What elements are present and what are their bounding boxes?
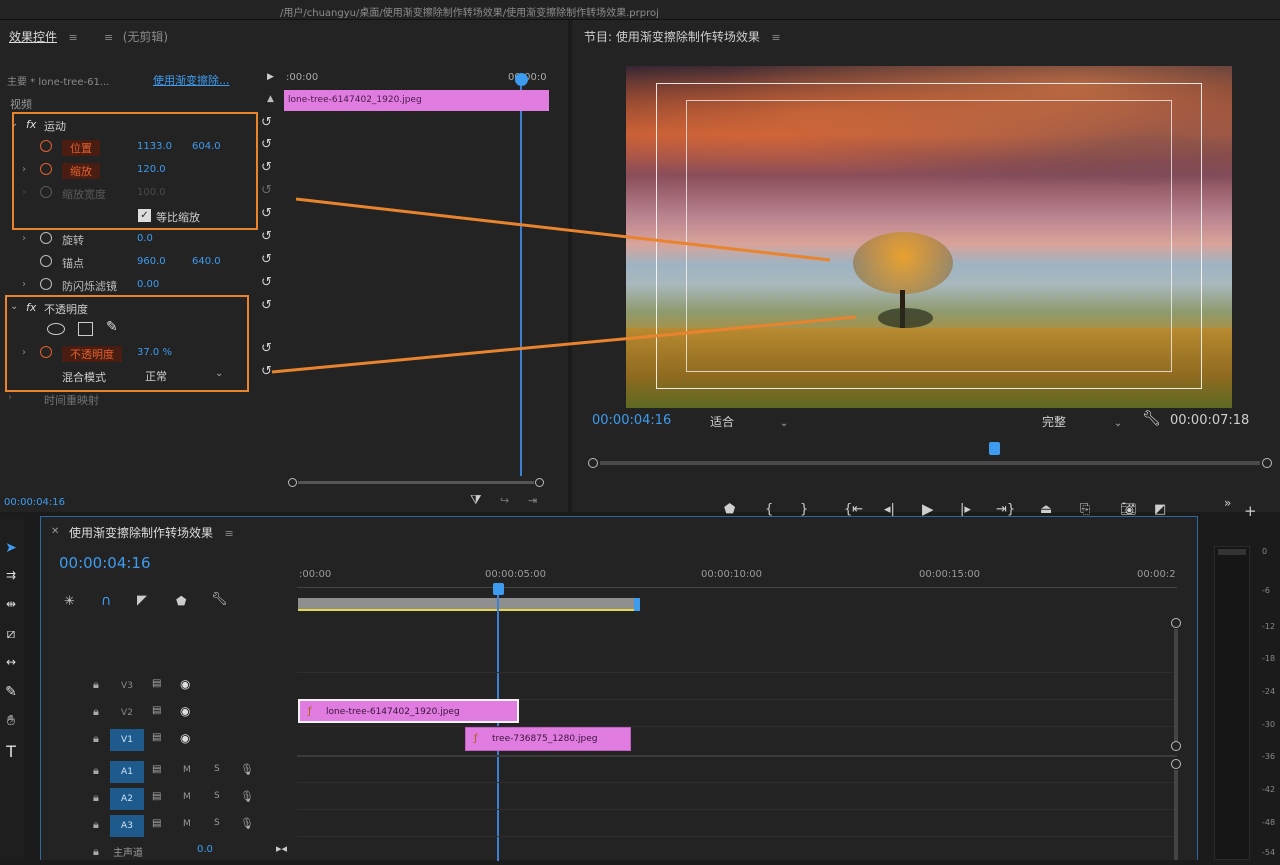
- microphone-icon[interactable]: 🎙︎: [240, 790, 254, 803]
- meter-label: -36: [1262, 752, 1276, 761]
- vertical-scrollbar[interactable]: [1174, 770, 1178, 860]
- solo-button[interactable]: S: [214, 791, 220, 801]
- track-name[interactable]: V2: [110, 702, 144, 724]
- clip-tree[interactable]: ƒ tree-736875_1280.jpeg: [465, 727, 631, 751]
- slip-tool-icon[interactable]: ↔: [0, 655, 22, 669]
- timeline-tab[interactable]: 使用渐变擦除制作转场效果 ≡: [69, 524, 234, 541]
- master-volume[interactable]: 0.0: [197, 844, 213, 855]
- track-divider: [297, 836, 1177, 837]
- fx-badge-icon: ƒ: [308, 706, 312, 717]
- timeline-close-icon[interactable]: ✕: [51, 526, 59, 537]
- ruler-label: 00:00:10:00: [701, 569, 763, 580]
- master-label: 主声道: [113, 848, 143, 859]
- vertical-scroll-handle[interactable]: [1171, 741, 1181, 751]
- ruler-label: :00:00: [299, 569, 332, 580]
- timeline-settings-icon[interactable]: 🔧︎: [211, 592, 228, 607]
- clip-lone-tree[interactable]: ƒ lone-tree-6147402_1920.jpeg: [298, 699, 519, 723]
- time-ruler[interactable]: :00:00 00:00:05:00 00:00:10:00 00:00:15:…: [297, 567, 1177, 597]
- ruler-label: 00:00:05:00: [485, 569, 547, 580]
- sync-lock-icon[interactable]: ▤: [152, 818, 161, 829]
- nest-icon[interactable]: ✳︎: [64, 594, 75, 609]
- track-name[interactable]: V1: [110, 729, 144, 751]
- track-headers: 🔒︎ V3 ▤ ◉ 🔒︎ V2 ▤ ◉ 🔒︎ V1 ▤ ◉ 🔒︎ A1 ▤ M …: [0, 672, 296, 860]
- panel-menu-icon[interactable]: ≡: [225, 527, 234, 540]
- fx-badge-icon: ƒ: [474, 733, 478, 744]
- mute-button[interactable]: M: [183, 819, 191, 829]
- lock-icon[interactable]: 🔒︎: [93, 732, 99, 746]
- callout-line-motion: [295, 197, 831, 262]
- callout-line-opacity: [271, 315, 857, 374]
- eye-icon[interactable]: ◉: [180, 704, 190, 718]
- meter-label: 0: [1262, 547, 1268, 556]
- meter-label: -12: [1262, 622, 1276, 631]
- filmstrip-icon[interactable]: ▤: [152, 732, 161, 743]
- filmstrip-icon[interactable]: ▤: [152, 678, 161, 689]
- go-to-end-icon[interactable]: ▸◂: [276, 842, 287, 855]
- lock-icon[interactable]: 🔒︎: [93, 678, 99, 692]
- vertical-scrollbar[interactable]: [1174, 629, 1178, 741]
- track-header-v2[interactable]: 🔒︎ V2 ▤ ◉: [0, 699, 296, 725]
- work-area-end-handle[interactable]: [634, 598, 640, 611]
- track-header-master[interactable]: 🔒︎ 主声道 0.0 ▸◂: [0, 839, 296, 865]
- meter-label: -24: [1262, 687, 1276, 696]
- lock-icon[interactable]: 🔒︎: [93, 764, 99, 778]
- meter-label: -6: [1262, 586, 1270, 595]
- meter-label: -30: [1262, 720, 1276, 729]
- track-name[interactable]: A3: [110, 815, 144, 837]
- track-name[interactable]: V3: [110, 675, 144, 697]
- lock-icon[interactable]: 🔒︎: [93, 845, 99, 859]
- track-divider: [297, 782, 1177, 783]
- ripple-edit-tool-icon[interactable]: ⇹: [0, 597, 22, 611]
- microphone-icon[interactable]: 🎙︎: [240, 763, 254, 776]
- track-header-v3[interactable]: 🔒︎ V3 ▤ ◉: [0, 672, 296, 698]
- timeline-playhead-head[interactable]: [493, 583, 504, 595]
- filmstrip-icon[interactable]: ▤: [152, 705, 161, 716]
- track-divider: [297, 672, 1177, 673]
- lock-icon[interactable]: 🔒︎: [93, 818, 99, 832]
- track-divider: [297, 809, 1177, 810]
- track-divider: [297, 726, 1177, 727]
- sync-lock-icon[interactable]: ▤: [152, 791, 161, 802]
- solo-button[interactable]: S: [214, 818, 220, 828]
- ruler-label: 00:00:2: [1137, 569, 1176, 580]
- eye-icon[interactable]: ◉: [180, 677, 190, 691]
- track-name[interactable]: A2: [110, 788, 144, 810]
- snap-icon[interactable]: ∩: [101, 593, 111, 609]
- meter-label: -48: [1262, 818, 1276, 827]
- meter-label: -54: [1262, 848, 1276, 857]
- audio-meter-bar: [1214, 546, 1250, 860]
- add-marker-icon[interactable]: ⬟: [176, 594, 186, 608]
- selection-tool-icon[interactable]: ➤: [0, 540, 22, 556]
- meter-label: -42: [1262, 785, 1276, 794]
- timeline-current-time[interactable]: 00:00:04:16: [59, 554, 151, 572]
- mute-button[interactable]: M: [183, 792, 191, 802]
- razor-tool-icon[interactable]: ⧄: [0, 626, 22, 642]
- solo-button[interactable]: S: [214, 764, 220, 774]
- linked-selection-icon[interactable]: ◤: [137, 593, 147, 608]
- vertical-scroll-handle[interactable]: [1171, 759, 1181, 769]
- track-header-a3[interactable]: 🔒︎ A3 ▤ M S 🎙︎: [0, 812, 296, 838]
- track-header-v1[interactable]: 🔒︎ V1 ▤ ◉: [0, 726, 296, 752]
- eye-icon[interactable]: ◉: [180, 731, 190, 745]
- sync-lock-icon[interactable]: ▤: [152, 764, 161, 775]
- meter-label: -18: [1262, 654, 1276, 663]
- lock-icon[interactable]: 🔒︎: [93, 705, 99, 719]
- work-area-bar[interactable]: [298, 598, 639, 611]
- track-header-a1[interactable]: 🔒︎ A1 ▤ M S 🎙︎: [0, 758, 296, 784]
- track-divider: [297, 755, 1177, 757]
- mute-button[interactable]: M: [183, 765, 191, 775]
- track-name[interactable]: A1: [110, 761, 144, 783]
- microphone-icon[interactable]: 🎙︎: [240, 817, 254, 830]
- track-header-a2[interactable]: 🔒︎ A2 ▤ M S 🎙︎: [0, 785, 296, 811]
- vertical-scroll-handle[interactable]: [1171, 618, 1181, 628]
- lock-icon[interactable]: 🔒︎: [93, 791, 99, 805]
- ruler-label: 00:00:15:00: [919, 569, 981, 580]
- track-select-tool-icon[interactable]: ⇉: [0, 568, 22, 582]
